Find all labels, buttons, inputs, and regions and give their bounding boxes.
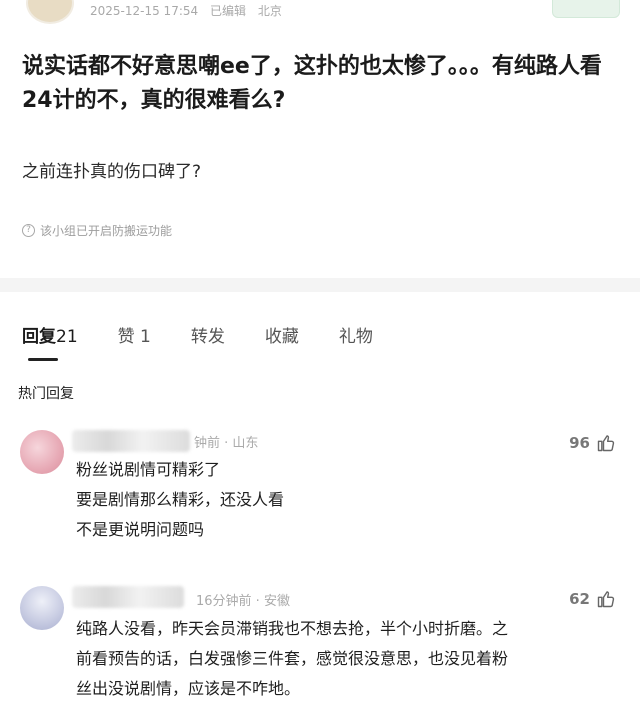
- tab-count: 1: [140, 327, 151, 347]
- section-divider: [0, 278, 640, 292]
- comment-line: 不是更说明问题吗: [76, 520, 205, 539]
- thumbs-up-icon: [597, 591, 615, 608]
- info-icon: ?: [22, 224, 35, 237]
- author-avatar[interactable]: [26, 0, 74, 24]
- post-tabs: 回复21 赞 1 转发 收藏 礼物: [22, 322, 413, 362]
- post-body: 之前连扑真的伤口碑了?: [22, 162, 202, 182]
- tab-count: 21: [56, 327, 78, 347]
- join-group-button[interactable]: [552, 0, 620, 18]
- tab-label: 礼物: [338, 327, 373, 347]
- commenter-name-blurred[interactable]: [72, 586, 184, 608]
- anti-repost-notice: ? 该小组已开启防搬运功能: [22, 222, 172, 239]
- tab-likes[interactable]: 赞 1: [118, 322, 151, 360]
- tab-replies[interactable]: 回复21: [22, 322, 78, 361]
- comment-meta: 16分钟前 · 安徽: [196, 594, 290, 609]
- comment-text: 粉丝说剧情可精彩了 要是剧情那么精彩，还没人看 不是更说明问题吗: [76, 455, 284, 545]
- tab-label: 回复: [22, 327, 56, 347]
- comment-line: 丝出没说剧情，应该是不咋地。: [76, 679, 301, 698]
- post-title: 说实话都不好意思嘲ee了，这扑的也太惨了。。。有纯路人看24计的不，真的很难看么…: [22, 54, 602, 113]
- comment-meta: 钟前 · 山东: [194, 436, 259, 451]
- commenter-avatar[interactable]: [20, 430, 64, 474]
- comment-line: 粉丝说剧情可精彩了: [76, 460, 221, 479]
- tab-label: 转发: [190, 327, 225, 347]
- tab-reposts[interactable]: 转发: [191, 322, 225, 360]
- active-tab-indicator: [28, 358, 58, 361]
- comment-line: 纯路人没看，昨天会员滞销我也不想去抢，半个小时折磨。之: [76, 619, 509, 638]
- commenter-avatar[interactable]: [20, 586, 64, 630]
- post-location: 北京: [257, 4, 282, 18]
- like-count: 96: [569, 434, 590, 452]
- tab-favorites[interactable]: 收藏: [265, 322, 299, 360]
- comment-line: 前看预告的话，白发强惨三件套，感觉很没意思，也没见着粉: [76, 649, 509, 668]
- hot-replies-heading: 热门回复: [18, 386, 74, 402]
- like-control[interactable]: 96: [569, 433, 616, 453]
- tab-label: 收藏: [264, 327, 299, 347]
- post-header: 2025-12-15 17:54 已编辑 北京: [0, 0, 640, 24]
- post-meta: 2025-12-15 17:54 已编辑 北京: [90, 2, 290, 19]
- notice-text: 该小组已开启防搬运功能: [40, 224, 173, 238]
- like-count: 62: [569, 590, 590, 608]
- commenter-name-blurred[interactable]: [72, 430, 190, 452]
- edited-label: 已编辑: [209, 4, 246, 18]
- post-date: 2025-12-15 17:54: [90, 4, 199, 18]
- tab-gifts[interactable]: 礼物: [339, 322, 373, 360]
- like-control[interactable]: 62: [569, 589, 616, 609]
- comment-text: 纯路人没看，昨天会员滞销我也不想去抢，半个小时折磨。之 前看预告的话，白发强惨三…: [76, 614, 508, 704]
- tab-label: 赞: [117, 327, 135, 347]
- comment-line: 要是剧情那么精彩，还没人看: [76, 490, 285, 509]
- thumbs-up-icon: [597, 435, 615, 452]
